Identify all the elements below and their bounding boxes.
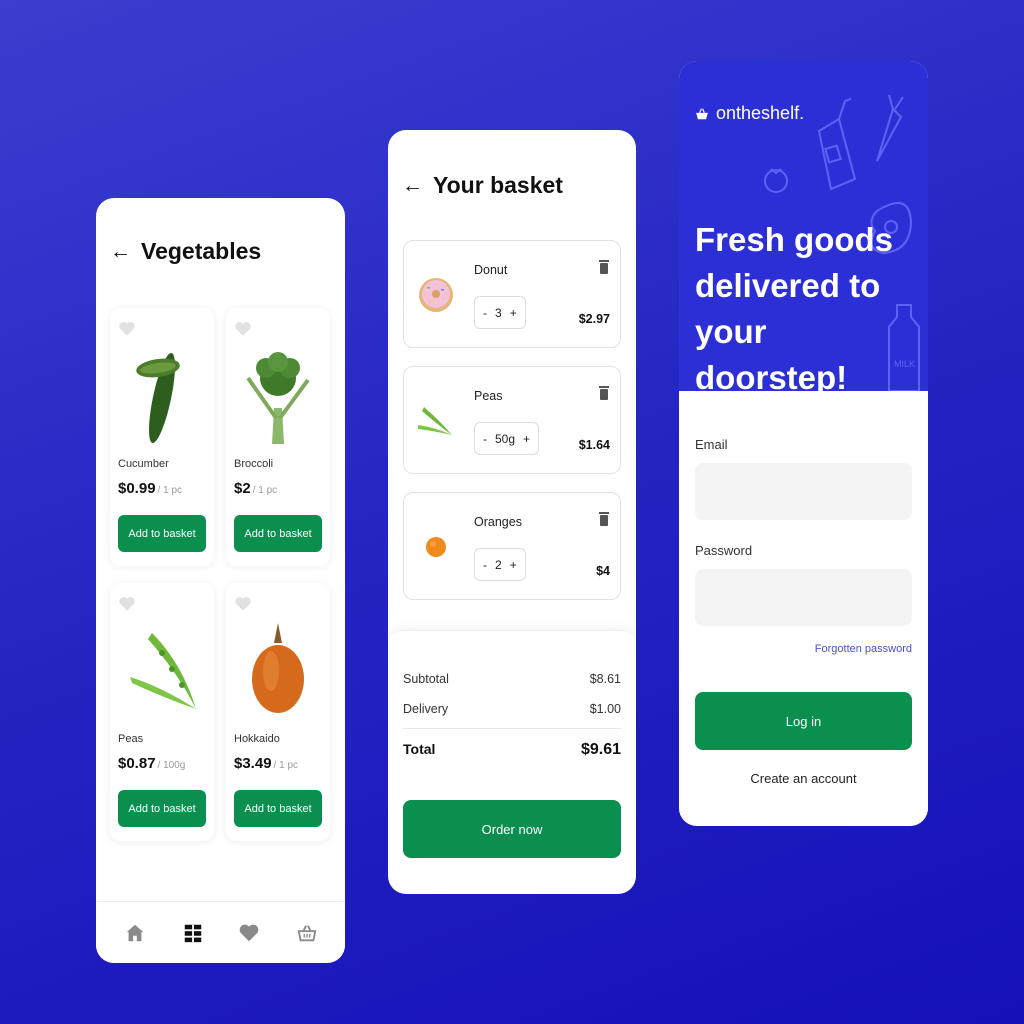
forgot-password-link[interactable]: Forgotten password xyxy=(815,643,912,655)
decrement-button[interactable]: - xyxy=(483,558,487,572)
heart-icon[interactable] xyxy=(234,320,252,338)
peas-image xyxy=(130,633,196,709)
brand-logo: ontheshelf. xyxy=(695,103,804,124)
increment-button[interactable]: + xyxy=(510,558,517,572)
tagline-line: Fresh goods xyxy=(695,221,894,258)
quantity-stepper: - 2 + xyxy=(474,548,526,581)
item-price: $1.64 xyxy=(578,438,610,452)
delivery-label: Delivery xyxy=(403,702,449,716)
trash-icon[interactable] xyxy=(598,259,610,274)
item-name: Oranges xyxy=(474,515,522,529)
product-name: Broccoli xyxy=(234,458,274,470)
heart-icon[interactable] xyxy=(238,922,260,944)
item-name: Peas xyxy=(474,389,503,403)
bottom-tab-bar xyxy=(96,901,345,963)
quantity-value: 2 xyxy=(495,557,502,572)
decrement-button[interactable]: - xyxy=(483,306,487,320)
item-name: Donut xyxy=(474,263,508,277)
password-field[interactable] xyxy=(695,569,912,626)
total-label: Total xyxy=(403,741,436,757)
item-price: $2.97 xyxy=(578,312,610,326)
peas-image xyxy=(418,407,452,435)
product-unit: / 1 pc xyxy=(157,485,183,496)
donut-image xyxy=(419,278,453,312)
subtotal-label: Subtotal xyxy=(403,672,449,686)
delivery-row: Delivery $1.00 xyxy=(403,702,621,716)
product-card-hokkaido: Hokkaido $3.49/ 1 pc Add to basket xyxy=(226,583,330,841)
email-field[interactable] xyxy=(695,463,912,520)
increment-button[interactable]: + xyxy=(510,306,517,320)
add-to-basket-button[interactable]: Add to basket xyxy=(118,790,206,827)
vegetables-header: ← Vegetables xyxy=(110,238,261,265)
orange-image xyxy=(426,537,446,557)
hero-tagline: Fresh goods delivered to your doorstep! xyxy=(695,217,915,391)
order-summary: Subtotal $8.61 Delivery $1.00 Total $9.6… xyxy=(388,630,636,894)
brand-name: ontheshelf. xyxy=(716,103,805,123)
basket-screen: ← Your basket Donut - 3 + $2.97 Peas - 5… xyxy=(388,130,636,894)
item-price: $4 xyxy=(596,564,610,578)
password-label: Password xyxy=(695,543,753,558)
product-price: $2/ 1 pc xyxy=(234,480,278,497)
subtotal-row: Subtotal $8.61 xyxy=(403,672,621,686)
basket-icon[interactable] xyxy=(296,922,318,944)
delivery-value: $1.00 xyxy=(589,702,621,716)
increment-button[interactable]: + xyxy=(523,432,530,446)
login-screen: MILK ontheshelf. Fresh goods delivered t… xyxy=(679,61,928,826)
add-to-basket-button[interactable]: Add to basket xyxy=(234,515,322,552)
decrement-button[interactable]: - xyxy=(483,432,487,446)
product-name: Hokkaido xyxy=(234,733,280,745)
trash-icon[interactable] xyxy=(598,511,610,526)
summary-divider xyxy=(403,728,621,729)
quantity-stepper: - 3 + xyxy=(474,296,526,329)
tagline-line: your doorstep! xyxy=(695,313,848,391)
login-form: Email Password Forgotten password Log in… xyxy=(679,391,928,826)
product-name: Cucumber xyxy=(118,458,169,470)
cucumber-image xyxy=(136,352,180,444)
product-price: $0.99/ 1 pc xyxy=(118,480,183,497)
total-row: Total $9.61 xyxy=(403,741,621,759)
basket-header: ← Your basket xyxy=(402,172,563,199)
tagline-line: delivered to xyxy=(695,267,881,304)
back-arrow-icon[interactable]: ← xyxy=(402,174,423,198)
total-value: $9.61 xyxy=(580,741,621,758)
product-name: Peas xyxy=(118,733,144,745)
product-price: $0.87/ 100g xyxy=(118,755,186,772)
product-unit: / 1 pc xyxy=(252,485,278,496)
basket-item-peas: Peas - 50g + $1.64 xyxy=(403,366,621,474)
product-card-peas: Peas $0.87/ 100g Add to basket xyxy=(110,583,214,841)
grid-icon[interactable] xyxy=(182,922,204,944)
heart-icon[interactable] xyxy=(234,595,252,613)
hokkaido-image xyxy=(252,623,304,713)
order-now-button[interactable]: Order now xyxy=(403,800,621,858)
broccoli-image xyxy=(246,352,310,444)
product-unit: / 100g xyxy=(157,760,186,771)
create-account-link[interactable]: Create an account xyxy=(679,771,928,786)
basket-item-oranges: Oranges - 2 + $4 xyxy=(403,492,621,600)
page-title: Vegetables xyxy=(141,238,262,264)
add-to-basket-button[interactable]: Add to basket xyxy=(118,515,206,552)
vegetables-screen: ← Vegetables Cucumber $0.99/ 1 pc Add to… xyxy=(96,198,345,963)
page-title: Your basket xyxy=(433,172,563,198)
heart-icon[interactable] xyxy=(118,595,136,613)
basket-icon xyxy=(696,108,708,119)
quantity-value: 50g xyxy=(495,431,516,446)
quantity-value: 3 xyxy=(495,305,502,320)
add-to-basket-button[interactable]: Add to basket xyxy=(234,790,322,827)
login-button[interactable]: Log in xyxy=(695,692,912,750)
hero-banner: MILK ontheshelf. Fresh goods delivered t… xyxy=(679,61,928,391)
product-card-broccoli: Broccoli $2/ 1 pc Add to basket xyxy=(226,308,330,566)
product-unit: / 1 pc xyxy=(273,760,299,771)
subtotal-value: $8.61 xyxy=(589,672,621,686)
product-card-cucumber: Cucumber $0.99/ 1 pc Add to basket xyxy=(110,308,214,566)
trash-icon[interactable] xyxy=(598,385,610,400)
back-arrow-icon[interactable]: ← xyxy=(110,240,131,264)
basket-item-donut: Donut - 3 + $2.97 xyxy=(403,240,621,348)
product-price: $3.49/ 1 pc xyxy=(234,755,299,772)
quantity-stepper: - 50g + xyxy=(474,422,540,455)
heart-icon[interactable] xyxy=(118,320,136,338)
email-label: Email xyxy=(695,437,728,452)
home-icon[interactable] xyxy=(124,922,146,944)
